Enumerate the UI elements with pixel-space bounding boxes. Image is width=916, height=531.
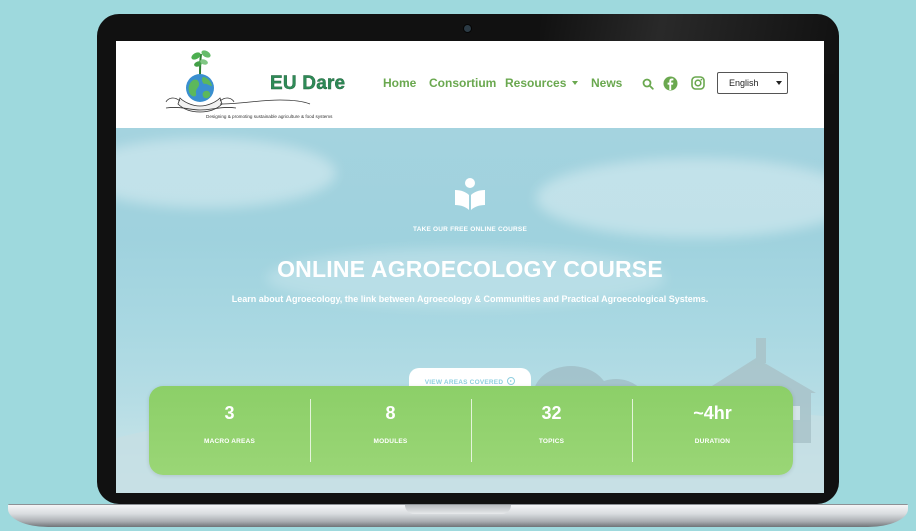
site-logo[interactable]: EU Dare Designing & promoting sustainabl…: [160, 46, 345, 124]
nav-resources-label: Resources: [505, 76, 567, 90]
logo-wordmark: EU Dare: [270, 73, 346, 94]
arrow-circle-right-icon: [507, 377, 516, 385]
laptop-base-notch: [405, 505, 511, 514]
site-header: EU Dare Designing & promoting sustainabl…: [116, 41, 824, 128]
language-select[interactable]: English: [717, 72, 788, 94]
stat-macro-areas: 3 MACRO AREAS: [149, 386, 310, 475]
search-icon[interactable]: [642, 78, 654, 90]
facebook-icon[interactable]: [663, 76, 678, 91]
stat-value: 3: [224, 403, 235, 423]
chevron-down-icon: [776, 81, 782, 85]
laptop-screen: EU Dare Designing & promoting sustainabl…: [116, 41, 824, 493]
hero-subtitle: Learn about Agroecology, the link betwee…: [231, 294, 709, 304]
nav-home[interactable]: Home: [383, 76, 416, 90]
hero-cloud: [116, 138, 336, 208]
hero-eyebrow: TAKE OUR FREE ONLINE COURSE: [413, 226, 527, 233]
stat-topics: 32 TOPICS: [471, 386, 632, 475]
instagram-icon[interactable]: [691, 76, 705, 90]
stat-label: DURATION: [694, 438, 731, 445]
stat-label: MACRO AREAS: [203, 438, 256, 445]
book-reader-icon: [455, 178, 485, 210]
stat-value: 8: [385, 403, 396, 423]
nav-news[interactable]: News: [591, 76, 622, 90]
nav-resources[interactable]: Resources: [505, 76, 579, 90]
stat-label: MODULES: [373, 438, 408, 445]
view-areas-button-label: VIEW AREAS COVERED: [424, 379, 504, 386]
webcam-icon: [464, 25, 471, 32]
hero-title: ONLINE AGROECOLOGY COURSE: [277, 256, 663, 282]
chevron-down-icon: [572, 81, 579, 85]
language-select-value: English: [729, 78, 759, 88]
stat-modules: 8 MODULES: [310, 386, 471, 475]
stat-duration: ~4hr DURATION: [632, 386, 793, 475]
course-stats: 3 MACRO AREAS 8 MODULES 32 TOPICS ~4hr D…: [149, 386, 793, 475]
stat-value: 32: [541, 403, 562, 423]
logo-tagline: Designing & promoting sustainable agricu…: [206, 114, 333, 119]
nav-consortium[interactable]: Consortium: [429, 76, 496, 90]
stat-value: ~4hr: [693, 403, 732, 423]
stat-label: TOPICS: [538, 438, 565, 445]
